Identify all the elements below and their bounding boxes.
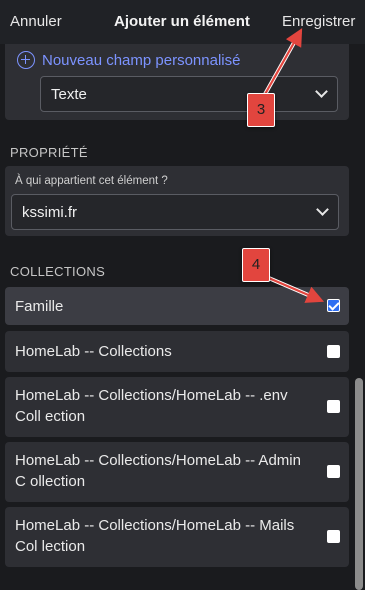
property-section-label: PROPRIÉTÉ bbox=[10, 145, 88, 160]
top-bar: Annuler Ajouter un élément Enregistrer bbox=[0, 0, 365, 44]
collection-label: Famille bbox=[15, 298, 64, 315]
collections-section-label: COLLECTIONS bbox=[10, 264, 106, 279]
owner-select[interactable]: kssimi.fr bbox=[11, 194, 339, 230]
scrollbar-thumb[interactable] bbox=[355, 378, 363, 590]
annotation-badge-3: 3 bbox=[247, 93, 275, 127]
add-circle-icon bbox=[17, 51, 35, 69]
property-card: À qui appartient cet élément ? kssimi.fr bbox=[5, 166, 349, 236]
page-title: Ajouter un élément bbox=[114, 13, 250, 30]
collection-item[interactable]: HomeLab -- Collections/HomeLab -- Mails … bbox=[5, 507, 349, 567]
collection-item[interactable]: HomeLab -- Collections bbox=[5, 331, 349, 372]
collection-item[interactable]: HomeLab -- Collections/HomeLab -- .env C… bbox=[5, 377, 349, 437]
custom-field-card: Nouveau champ personnalisé Texte bbox=[5, 44, 349, 120]
collection-label: HomeLab -- Collections/HomeLab -- .env C… bbox=[15, 387, 288, 425]
cancel-button[interactable]: Annuler bbox=[10, 13, 62, 30]
collection-checkbox[interactable] bbox=[327, 400, 340, 413]
collection-label: HomeLab -- Collections bbox=[15, 343, 172, 360]
annotation-badge-4: 4 bbox=[242, 248, 270, 282]
field-type-value: Texte bbox=[51, 85, 87, 103]
chevron-down-icon bbox=[315, 85, 328, 98]
field-type-select[interactable]: Texte bbox=[40, 76, 338, 112]
owner-value: kssimi.fr bbox=[22, 203, 77, 221]
new-custom-field-label: Nouveau champ personnalisé bbox=[42, 51, 241, 69]
chevron-down-icon bbox=[316, 203, 329, 216]
save-button[interactable]: Enregistrer bbox=[282, 13, 355, 30]
new-custom-field-button[interactable]: Nouveau champ personnalisé bbox=[17, 51, 240, 69]
form-content: Nouveau champ personnalisé Texte PROPRIÉ… bbox=[0, 44, 352, 590]
collection-checkbox[interactable] bbox=[327, 530, 340, 543]
collection-label: HomeLab -- Collections/HomeLab -- Admin … bbox=[15, 452, 301, 490]
collection-label: HomeLab -- Collections/HomeLab -- Mails … bbox=[15, 517, 295, 555]
collection-item-famille[interactable]: Famille bbox=[5, 287, 349, 325]
owner-question: À qui appartient cet élément ? bbox=[15, 175, 168, 187]
collection-checkbox[interactable] bbox=[327, 465, 340, 478]
collection-checkbox[interactable] bbox=[327, 299, 340, 312]
collection-item[interactable]: HomeLab -- Collections/HomeLab -- Admin … bbox=[5, 442, 349, 502]
collection-checkbox[interactable] bbox=[327, 345, 340, 358]
